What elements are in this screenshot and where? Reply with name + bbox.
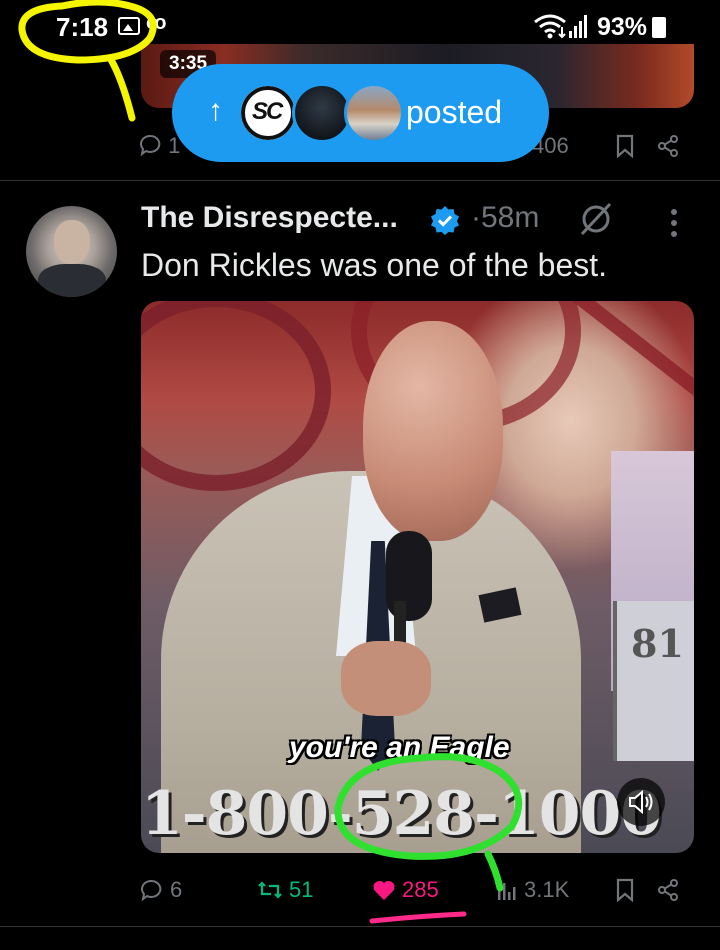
avatar [292,83,352,143]
verified-badge-icon [431,206,459,235]
post-divider [0,926,720,927]
microphone [386,531,432,621]
repost-count: 51 [289,877,314,902]
author-name[interactable]: The Disrespecte... [141,201,398,235]
signal-icon [569,15,587,38]
reply-button[interactable]: 1 [140,133,180,159]
post-header: The Disrespecte... ·58m [141,198,701,242]
views-button[interactable]: 3.1K [496,870,569,910]
reply-button[interactable]: 6 [140,870,182,910]
bookmark-icon[interactable] [615,134,635,158]
battery-icon [652,17,666,38]
video-phone-number: 1-800-528-1000 [141,779,662,849]
repost-button[interactable]: 51 [257,870,313,910]
grok-icon[interactable] [577,200,615,238]
post-time[interactable]: ·58m [471,201,539,235]
post-text: Don Rickles was one of the best. [141,247,608,283]
repost-icon [258,881,282,899]
arrow-up-icon: ↑ [208,94,223,127]
speaker-icon [629,789,653,815]
gallery-icon [118,17,140,35]
bookmark-icon [616,878,634,902]
share-button[interactable] [656,870,680,910]
post-actions: 6 51 285 3.1K [0,870,720,910]
video-side-number: 81 [631,621,684,666]
reply-icon [141,879,162,902]
post-divider [0,180,720,181]
pink-underline-annotation [369,911,467,924]
avatar: SC [238,83,298,143]
video-caption: you're an Eagle [289,731,510,764]
heart-icon [373,880,395,900]
avatar [344,83,404,143]
status-time: 7:18 [56,12,109,42]
views-count: 3.1K [524,877,570,902]
author-avatar[interactable] [26,206,117,297]
post-video[interactable]: 81 you're an Eagle 1-800-528-1000 [141,301,694,853]
like-button[interactable]: 285 [372,870,439,910]
share-icon [658,879,678,901]
mute-button[interactable] [617,778,665,826]
reply-icon [140,134,161,157]
like-count: 285 [402,877,439,902]
share-icon[interactable] [656,134,680,158]
voicemail-icon: oo [146,12,167,34]
bookmark-button[interactable] [615,870,635,910]
wifi-icon [534,14,566,39]
next-post-peek [0,935,720,950]
sc-logo-icon: SC [241,86,295,140]
reply-count: 6 [170,877,183,902]
battery-percent: 93% [597,13,648,41]
views-icon [498,883,516,900]
pill-label: posted [406,94,503,130]
more-options-icon[interactable] [669,208,679,238]
new-posts-pill[interactable]: ↑ SC posted [172,64,549,162]
